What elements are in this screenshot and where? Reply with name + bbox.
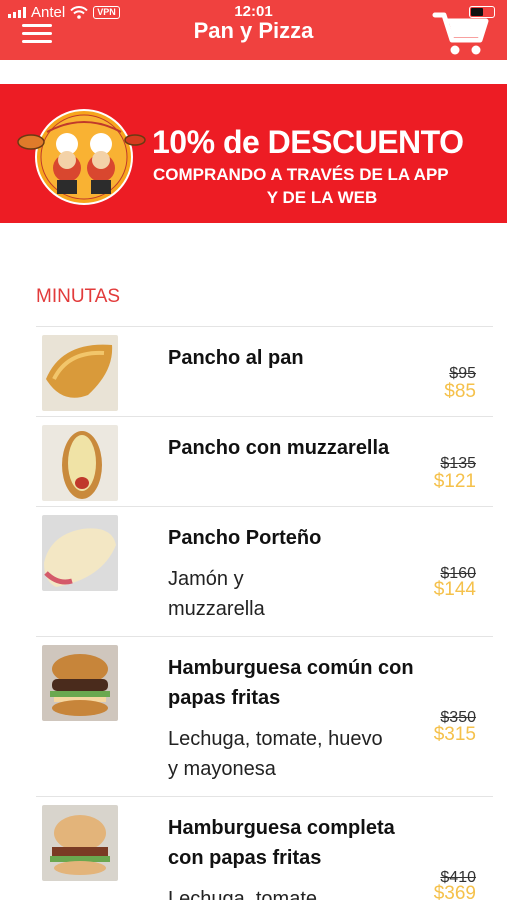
menu-item[interactable]: Hamburguesa completa con papas fritas Le… [36, 796, 493, 900]
item-name: Hamburguesa común con papas fritas [168, 657, 414, 709]
item-photo [42, 425, 118, 501]
item-price: $315 [433, 724, 476, 745]
item-name: Pancho al pan [168, 347, 304, 369]
menu-item[interactable]: Pancho Porteño Jamón y muzzarella $160 $… [36, 506, 493, 636]
item-description: Jamón y muzzarella [168, 568, 265, 620]
banner-subline: COMPRANDO A TRAVÉS DE LA APP [153, 165, 449, 184]
item-price: $144 [433, 579, 476, 600]
item-photo [42, 335, 118, 411]
item-photo [42, 645, 118, 721]
brand-logo [17, 109, 146, 205]
item-description: Lechuga, tomate, huevo y mayonesa [168, 728, 383, 780]
promo-banner[interactable]: 10% de DESCUENTO COMPRANDO A TRAVÉS DE L… [0, 84, 507, 223]
banner-headline: 10% de DESCUENTO [152, 124, 464, 160]
item-description: Lechuga, tomate, [168, 888, 323, 900]
item-price: $121 [433, 471, 476, 492]
menu-item[interactable]: Pancho con muzzarella $135 $121 [36, 416, 493, 506]
item-name: Pancho con muzzarella [168, 437, 390, 459]
menu-item[interactable]: Pancho al pan $95 $85 [36, 326, 493, 416]
banner-subline-2: Y DE LA WEB [266, 188, 378, 207]
menu-item[interactable]: Hamburguesa común con papas fritas Lechu… [36, 636, 493, 796]
section-title: MINUTAS [36, 286, 121, 307]
app-header: Antel VPN 12:01 Pan y Pizza [0, 0, 507, 60]
app-title: Pan y Pizza [193, 18, 314, 43]
item-photo [42, 805, 118, 881]
item-name: Hamburguesa completa con papas fritas [168, 817, 395, 869]
item-price: $369 [433, 883, 476, 900]
item-photo [42, 515, 118, 591]
item-name: Pancho Porteño [168, 527, 322, 549]
cart-icon[interactable] [432, 6, 490, 56]
item-price: $85 [444, 381, 476, 402]
